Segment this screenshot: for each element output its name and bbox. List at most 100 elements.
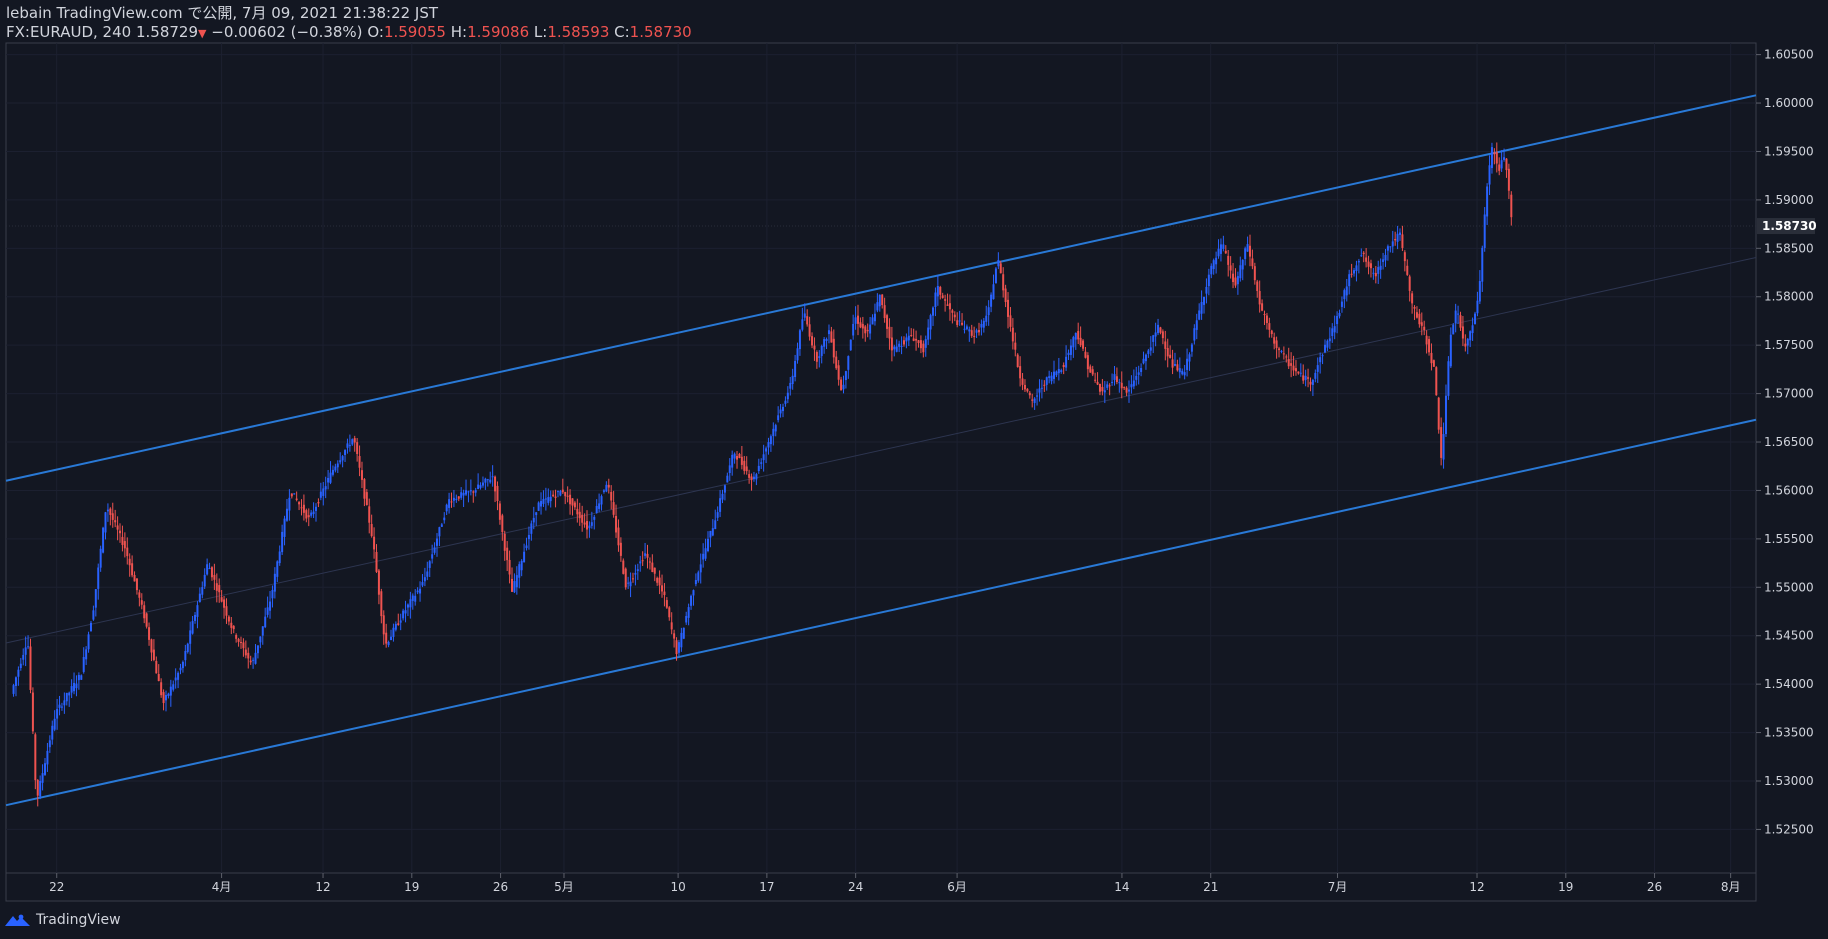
- candle-body: [963, 328, 966, 330]
- candle-body: [346, 443, 349, 448]
- time-axis[interactable]: 22 4月 12 19 26 5月 10 17 24 6月 14 21 7月 12 19 26 8月: [49, 873, 1740, 894]
- price-axis[interactable]: 1.60500 1.60000 1.59500 1.59000 1.58500 1.580…: [1756, 48, 1814, 837]
- candle-body: [51, 725, 54, 740]
- candle-body: [573, 502, 576, 508]
- tradingview-branding[interactable]: TradingView: [4, 908, 121, 932]
- candle-body: [1079, 337, 1082, 346]
- candle-body: [1023, 384, 1026, 390]
- candle-body: [738, 453, 741, 459]
- candle-body: [31, 692, 34, 732]
- candle-body: [194, 614, 197, 621]
- time-axis-border: [5, 872, 1757, 902]
- candle-body: [1009, 315, 1012, 327]
- candle-body: [895, 346, 898, 352]
- candle-body: [126, 547, 129, 557]
- candle-body: [566, 495, 569, 497]
- candle-body: [1500, 160, 1503, 169]
- candle-body: [556, 491, 559, 493]
- candle-body: [239, 641, 242, 643]
- candle-body: [472, 491, 475, 493]
- candle-body: [859, 322, 862, 328]
- candle-body: [1374, 273, 1377, 277]
- candle-body: [252, 659, 255, 661]
- candle-body: [1193, 328, 1196, 341]
- candle-body: [808, 324, 811, 337]
- candle-body: [968, 329, 971, 332]
- candle-body: [791, 375, 794, 385]
- candle-body: [1048, 376, 1051, 379]
- candle-body: [293, 493, 296, 495]
- candle-body: [1418, 313, 1421, 325]
- candle-body: [1466, 338, 1469, 346]
- channel-lines[interactable]: [5, 94, 1757, 807]
- candle-body: [1217, 248, 1220, 257]
- candle-body: [1340, 301, 1343, 307]
- candle-body: [1372, 272, 1375, 274]
- candle-body: [1350, 273, 1353, 275]
- last-price-label: 1.58730: [1762, 219, 1817, 233]
- candle-body: [1128, 389, 1131, 392]
- candle-body: [322, 488, 325, 496]
- candle-body: [213, 574, 216, 580]
- candle-body: [711, 528, 714, 536]
- candle-body: [1258, 291, 1261, 305]
- candle-body: [92, 610, 95, 620]
- candle-body: [1091, 369, 1094, 375]
- candle-body: [1232, 273, 1235, 283]
- candle-body: [898, 343, 901, 347]
- candle-body: [1447, 361, 1450, 396]
- candle-body: [1428, 339, 1431, 353]
- candle-body: [494, 476, 497, 492]
- channel-median-line[interactable]: [5, 257, 1757, 644]
- candle-body: [842, 384, 845, 390]
- price-chart[interactable]: 1.60500 1.60000 1.59500 1.59000 1.58500 1.580…: [0, 0, 1828, 939]
- candle-body: [1280, 350, 1283, 352]
- candle-body: [227, 616, 230, 622]
- candle-body: [135, 578, 138, 591]
- candle-body: [537, 502, 540, 511]
- candle-body: [1379, 265, 1382, 270]
- candle-body: [1057, 368, 1060, 374]
- candle-body: [982, 320, 985, 328]
- candle-body: [1154, 332, 1157, 337]
- candle-body: [813, 345, 816, 350]
- candle-body: [990, 294, 993, 307]
- candle-body: [172, 684, 175, 690]
- candle-body: [411, 595, 414, 601]
- candle-body: [1299, 372, 1302, 374]
- candle-body: [206, 564, 209, 575]
- candle-body: [665, 600, 668, 608]
- candle-body: [474, 490, 477, 493]
- candle-body: [549, 496, 552, 502]
- time-tick-label: 21: [1203, 880, 1218, 894]
- candle-body: [789, 382, 792, 389]
- candle-body: [1440, 427, 1443, 458]
- candle-body: [1268, 323, 1271, 330]
- candle-body: [12, 685, 15, 694]
- tradingview-logo-icon: [5, 914, 30, 926]
- candle-body: [1164, 341, 1167, 349]
- candle-body: [661, 585, 664, 592]
- candle-body: [569, 494, 572, 505]
- candle-body: [1028, 392, 1031, 396]
- candle-body: [186, 643, 189, 652]
- candle-body: [169, 686, 172, 696]
- candle-body: [1086, 355, 1089, 370]
- candle-body: [1060, 370, 1063, 373]
- candle-body: [736, 455, 739, 460]
- candle-body: [922, 343, 925, 353]
- candle-body: [237, 639, 240, 642]
- candle-body: [835, 356, 838, 369]
- candle-body: [786, 392, 789, 400]
- candle-body: [740, 456, 743, 465]
- candle-body: [772, 428, 775, 437]
- candle-body: [1510, 194, 1513, 218]
- candle-body: [1314, 372, 1317, 379]
- candle-body: [1326, 340, 1329, 348]
- candle-body: [1302, 375, 1305, 381]
- candle-body: [692, 590, 695, 596]
- candle-body: [924, 339, 927, 348]
- candle-body: [1236, 276, 1239, 285]
- candle-body: [87, 634, 90, 650]
- candle-body: [196, 605, 199, 617]
